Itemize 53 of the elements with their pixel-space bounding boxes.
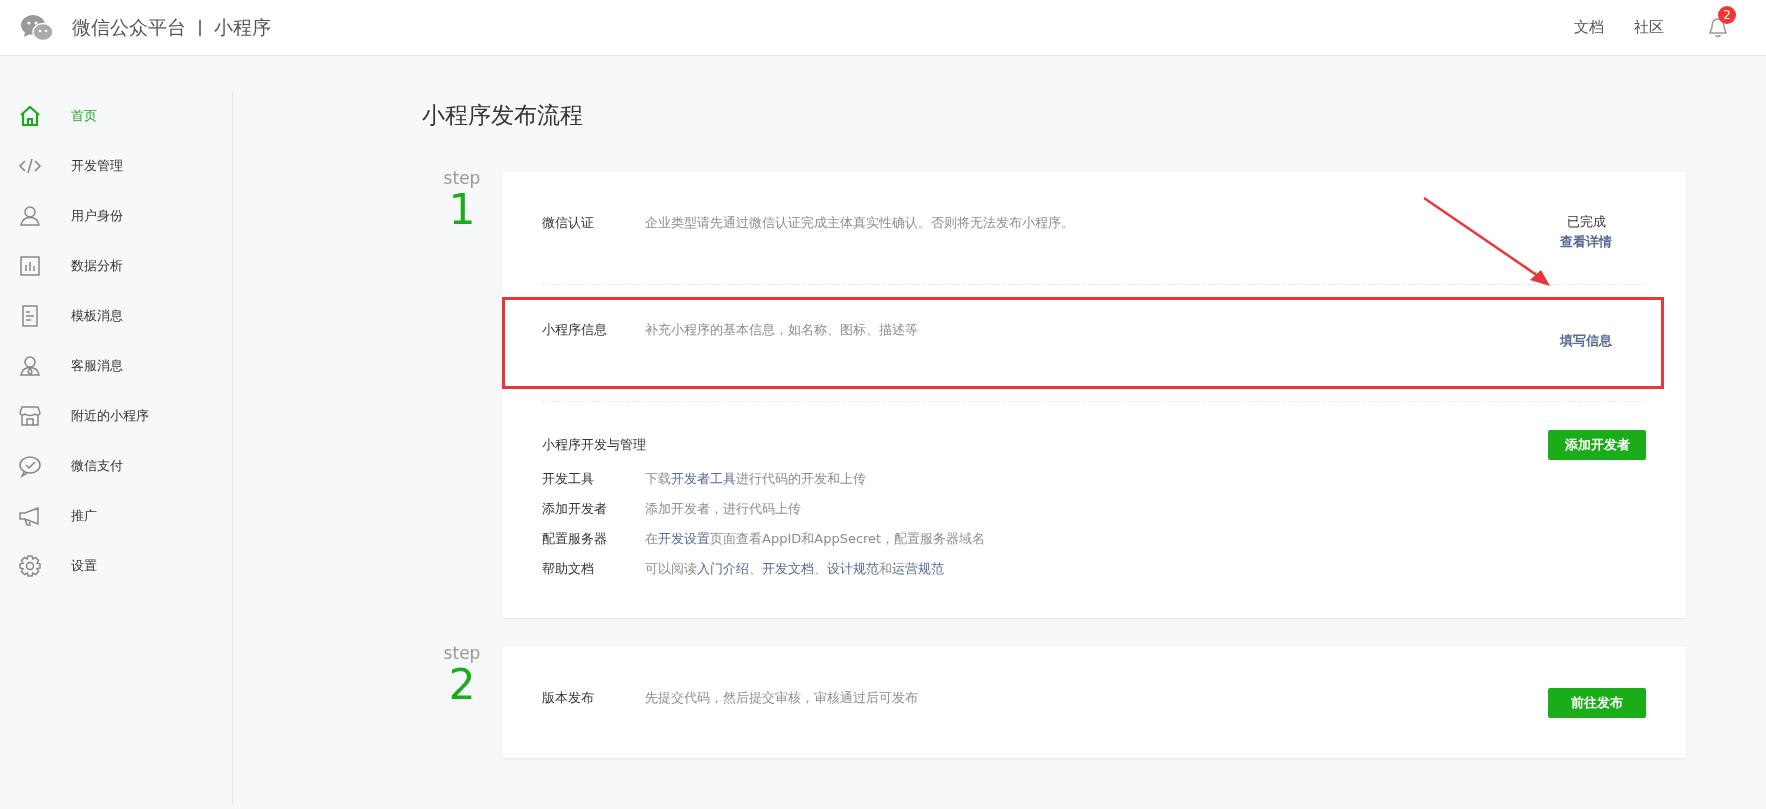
platform-name: 微信公众平台 <box>72 14 186 40</box>
item-label: 添加开发者 <box>542 500 608 518</box>
step-number: 2 <box>448 663 476 707</box>
text-link[interactable]: 开发者工具 <box>671 471 736 486</box>
text-link[interactable]: 运营规范 <box>892 561 944 576</box>
text-link[interactable]: 设计规范 <box>827 561 879 576</box>
section-title: 小程序开发与管理 <box>542 436 646 454</box>
sidebar-item[interactable]: 微信支付 <box>0 441 232 491</box>
sidebar-item[interactable]: 推广 <box>0 491 232 541</box>
chat-check-icon <box>18 454 42 478</box>
task-description: 企业类型请先通过微信认证完成主体真实性确认。否则将无法发布小程序。 <box>645 214 1075 232</box>
item-description: 添加开发者，进行代码上传 <box>645 500 802 518</box>
header-link[interactable]: 文档 <box>1574 18 1604 37</box>
chat-bubbles-icon <box>20 13 54 42</box>
sidebar-item[interactable]: 开发管理 <box>0 141 232 191</box>
step-label: step <box>443 168 481 188</box>
megaphone-icon <box>18 504 42 528</box>
step-number: 1 <box>448 188 476 232</box>
item-label: 配置服务器 <box>542 530 608 548</box>
person-icon <box>18 204 42 228</box>
notification-badge: 2 <box>1718 5 1736 24</box>
step-label: step <box>443 643 481 663</box>
sidebar-item[interactable]: 数据分析 <box>0 241 232 291</box>
item-description: 可以阅读入门介绍、开发文档、设计规范和运营规范 <box>645 560 945 578</box>
settings-icon <box>18 554 42 578</box>
sidebar-item[interactable]: 客服消息 <box>0 341 232 391</box>
section-name: 小程序 <box>214 14 271 40</box>
task-label: 微信认证 <box>542 214 595 232</box>
person-icon <box>18 354 42 378</box>
item-description: 下载开发者工具进行代码的开发和上传 <box>645 470 867 488</box>
action-link[interactable]: 查看详情 <box>1560 232 1612 252</box>
task-description: 先提交代码，然后提交审核，审核通过后可发布 <box>645 688 919 707</box>
sidebar-item[interactable]: 设置 <box>0 541 232 591</box>
item-label: 帮助文档 <box>542 560 595 578</box>
text-link[interactable]: 入门介绍 <box>697 561 749 576</box>
page-title: 小程序发布流程 <box>422 101 584 130</box>
item-label: 开发工具 <box>542 470 595 488</box>
home-icon <box>18 104 42 128</box>
task-description: 补充小程序的基本信息，如名称、图标、描述等 <box>645 321 919 339</box>
bar-chart-icon <box>18 254 42 278</box>
action-link[interactable]: 填写信息 <box>1560 331 1612 351</box>
shop-icon <box>18 404 42 428</box>
task-label: 版本发布 <box>542 688 595 707</box>
divider-icon <box>199 19 201 36</box>
status-text: 已完成 <box>1566 213 1606 231</box>
sidebar-item[interactable]: 用户身份 <box>0 191 232 241</box>
text-link[interactable]: 开发文档 <box>762 561 814 576</box>
item-description: 在开发设置页面查看AppID和AppSecret，配置服务器域名 <box>645 530 987 548</box>
header-link[interactable]: 社区 <box>1634 18 1664 37</box>
sidebar-item[interactable]: 附近的小程序 <box>0 391 232 441</box>
task-label: 小程序信息 <box>542 321 608 339</box>
text-link[interactable]: 开发设置 <box>658 531 710 546</box>
sidebar-item[interactable]: 模板消息 <box>0 291 232 341</box>
